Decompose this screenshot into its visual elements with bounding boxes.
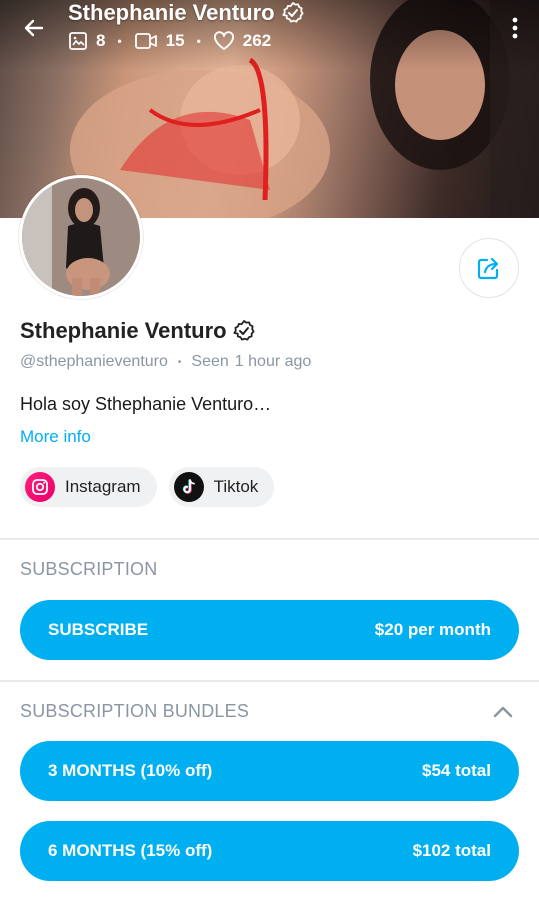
header-stats: 8 • 15 • 262	[68, 31, 271, 51]
meta-separator: •	[177, 356, 182, 368]
share-button[interactable]	[459, 238, 519, 298]
profile-name-text: Sthephanie Venturo	[20, 318, 227, 343]
section-divider	[0, 538, 539, 540]
tiktok-link[interactable]: Tiktok	[168, 467, 275, 507]
bundle-label: 6 MONTHS (15% off)	[48, 841, 213, 860]
collapse-bundles-button[interactable]	[491, 700, 515, 724]
profile-bio: Hola soy Sthephanie Venturo…	[20, 394, 272, 414]
more-options-button[interactable]	[505, 12, 525, 44]
image-icon	[69, 32, 87, 50]
verified-icon	[282, 2, 304, 23]
seen-label: Seen	[191, 353, 229, 370]
social-links: Instagram Tiktok	[20, 467, 275, 507]
share-icon	[477, 257, 499, 280]
subscription-title: SUBSCRIPTION	[20, 559, 158, 579]
stats-separator: •	[196, 34, 201, 48]
avatar-photo	[22, 178, 140, 296]
back-button[interactable]	[18, 12, 50, 44]
heart-icon	[213, 31, 234, 50]
seen-time: 1 hour ago	[234, 353, 312, 370]
header-title: Sthephanie Venturo	[68, 0, 305, 26]
instagram-label: Instagram	[65, 477, 141, 496]
avatar[interactable]	[19, 175, 143, 299]
subscribe-button[interactable]: SUBSCRIBE $20 per month	[20, 600, 519, 660]
profile-name: Sthephanie Venturo	[20, 318, 256, 344]
profile-handle: @sthephanieventuro	[20, 353, 168, 370]
subscribe-price: $20 per month	[374, 620, 491, 639]
instagram-icon	[25, 472, 55, 502]
more-info-link[interactable]: More info	[20, 427, 91, 447]
stats-separator: •	[117, 34, 122, 48]
photos-stat[interactable]: 8	[68, 31, 105, 51]
verified-icon	[233, 320, 255, 341]
tiktok-icon	[173, 472, 204, 502]
bundle-price: $54 total	[422, 761, 491, 780]
chevron-up-icon	[493, 706, 513, 718]
tiktok-label: Tiktok	[213, 477, 259, 496]
likes-count: 262	[242, 31, 272, 50]
section-divider	[0, 680, 539, 682]
subscribe-label: SUBSCRIBE	[48, 620, 149, 639]
bundle-6-months-button[interactable]: 6 MONTHS (15% off) $102 total	[20, 821, 519, 881]
header-name: Sthephanie Venturo	[68, 0, 275, 25]
more-vertical-icon	[512, 17, 518, 39]
bundle-price: $102 total	[412, 841, 491, 860]
instagram-link[interactable]: Instagram	[20, 467, 157, 507]
bundles-title: SUBSCRIPTION BUNDLES	[20, 701, 250, 721]
video-icon	[134, 33, 157, 49]
videos-stat[interactable]: 15	[134, 31, 185, 51]
profile-meta: @sthephanieventuro • Seen 1 hour ago	[20, 353, 311, 371]
back-arrow-icon	[24, 19, 44, 37]
bundle-label: 3 MONTHS (10% off)	[48, 761, 213, 780]
likes-stat: 262	[213, 31, 271, 51]
bundle-3-months-button[interactable]: 3 MONTHS (10% off) $54 total	[20, 741, 519, 801]
photos-count: 8	[96, 31, 106, 50]
videos-count: 15	[165, 31, 185, 50]
